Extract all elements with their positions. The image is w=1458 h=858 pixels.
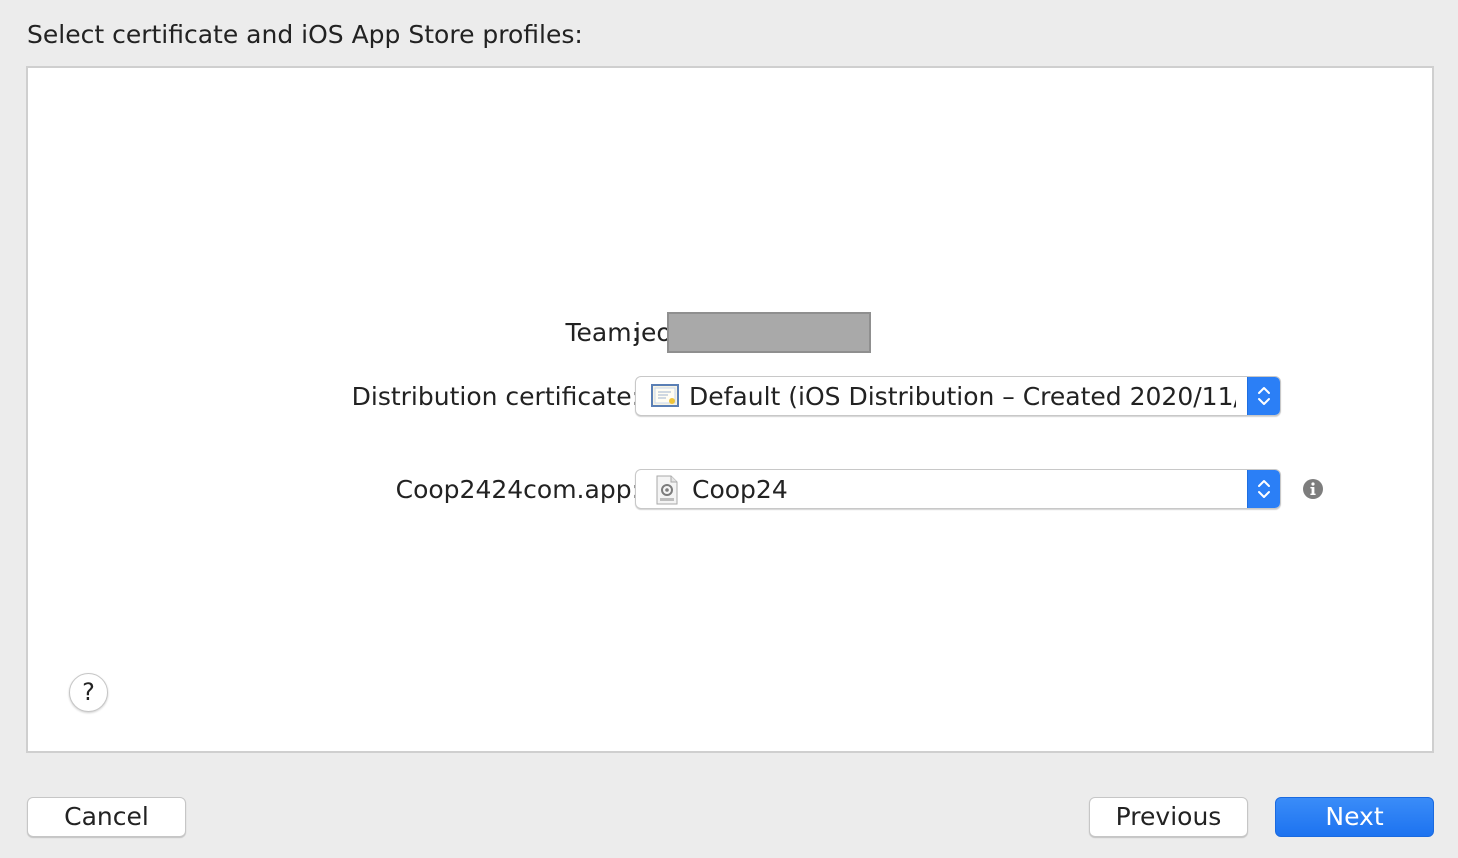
distribution-certificate-value: Default (iOS Distribution – Created 2020… bbox=[689, 382, 1236, 411]
team-value: jeo bbox=[634, 318, 672, 347]
chevron-up-down-icon bbox=[1247, 377, 1280, 415]
provisioning-profile-icon bbox=[654, 475, 680, 505]
redaction-block bbox=[667, 312, 871, 353]
certificate-icon bbox=[651, 384, 679, 408]
app-profile-label: Coop2424com.app: bbox=[395, 475, 640, 504]
info-icon[interactable] bbox=[1302, 478, 1324, 500]
chevron-up-down-icon bbox=[1247, 470, 1280, 508]
next-button[interactable]: Next bbox=[1275, 797, 1434, 837]
app-profile-value: Coop24 bbox=[692, 475, 788, 504]
cancel-button[interactable]: Cancel bbox=[27, 797, 186, 837]
previous-button[interactable]: Previous bbox=[1089, 797, 1248, 837]
app-profile-popup[interactable]: Coop24 bbox=[635, 469, 1281, 509]
team-label: Team: bbox=[565, 318, 641, 347]
help-button[interactable]: ? bbox=[69, 673, 108, 712]
page-heading: Select certificate and iOS App Store pro… bbox=[27, 20, 583, 49]
distribution-certificate-popup[interactable]: Default (iOS Distribution – Created 2020… bbox=[635, 376, 1281, 416]
distribution-certificate-label: Distribution certificate: bbox=[351, 382, 640, 411]
